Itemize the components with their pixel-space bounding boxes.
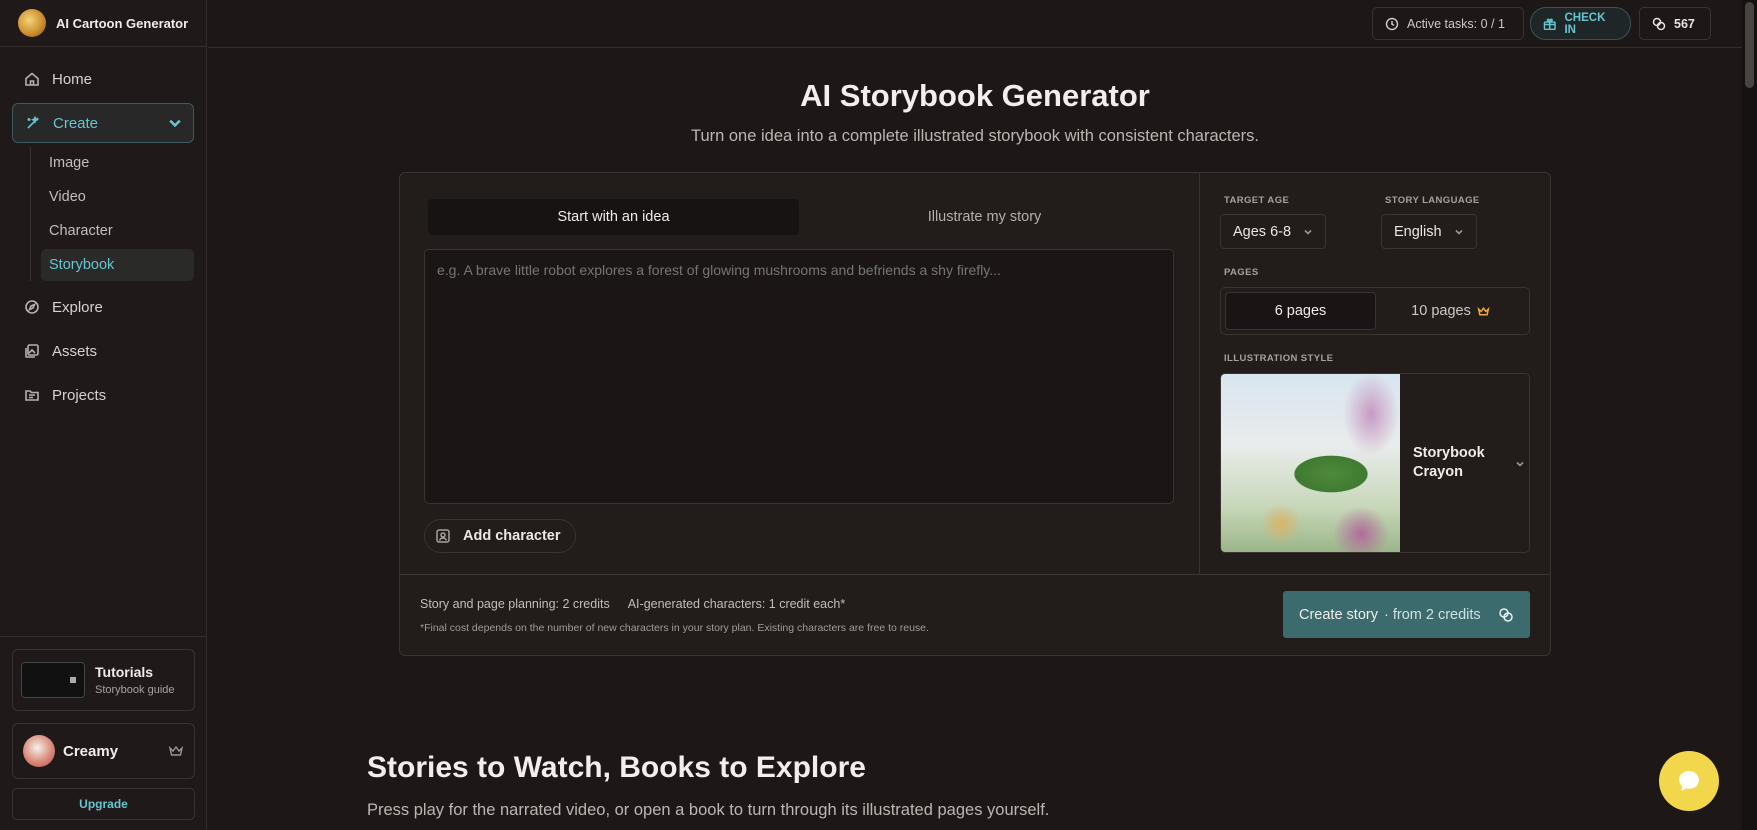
chevron-down-icon <box>169 119 181 128</box>
style-name-line1: Storybook <box>1413 445 1485 461</box>
page-subtitle: Turn one idea into a complete illustrate… <box>690 127 1259 145</box>
upgrade-button[interactable]: Upgrade <box>12 788 195 820</box>
add-person-icon <box>436 529 450 543</box>
crown-icon <box>168 745 184 756</box>
pages-option-6[interactable]: 6 pages <box>1225 292 1376 330</box>
target-age-label: TARGET AGE <box>1224 195 1290 206</box>
target-age-value: Ages 6-8 <box>1233 223 1292 240</box>
add-character-button[interactable]: Add character <box>424 519 576 553</box>
create-story-button[interactable]: Create story · from 2 credits <box>1283 591 1530 638</box>
pages-label: PAGES <box>1224 267 1259 278</box>
mode-tabs: Start with an idea Illustrate my story <box>428 199 1170 235</box>
planning-cost: Story and page planning: 2 credits <box>420 597 610 611</box>
gallery-icon <box>25 344 39 358</box>
style-preview-image <box>1221 374 1400 552</box>
cost-note: *Final cost depends on the number of new… <box>420 622 929 634</box>
idea-panel: Start with an idea Illustrate my story A… <box>400 173 1199 574</box>
character-cost: AI-generated characters: 1 credit each* <box>627 597 846 611</box>
pages-option-10[interactable]: 10 pages <box>1376 292 1525 330</box>
story-idea-input[interactable] <box>424 249 1174 504</box>
folder-icon <box>25 390 39 401</box>
check-in-button[interactable]: CHECK IN <box>1530 7 1631 40</box>
sidebar-item-label: Home <box>52 70 93 88</box>
check-in-label: CHECK IN <box>1564 11 1606 36</box>
tutorials-card[interactable]: Tutorials Storybook guide <box>12 649 195 711</box>
story-language-select[interactable]: English <box>1381 214 1477 249</box>
create-story-cost: · from 2 credits <box>1383 606 1481 623</box>
tutorials-title: Tutorials <box>95 664 154 680</box>
sidebar-item-home[interactable]: Home <box>12 59 194 99</box>
story-language-label: STORY LANGUAGE <box>1385 195 1480 206</box>
subnav-item-storybook[interactable]: Storybook <box>41 249 194 281</box>
top-bar: Active tasks: 0 / 1 CHECK IN 567 <box>208 0 1742 48</box>
tutorial-thumbnail <box>21 662 85 698</box>
credits-balance[interactable]: 567 <box>1639 7 1711 40</box>
storybook-form-card: Start with an idea Illustrate my story A… <box>399 172 1551 656</box>
clock-icon <box>1385 17 1399 30</box>
coins-icon <box>1652 17 1666 30</box>
tutorials-subtitle: Storybook guide <box>95 684 175 696</box>
card-footer: Story and page planning: 2 credits AI-gen… <box>400 574 1550 655</box>
avatar <box>23 735 55 767</box>
style-name: Storybook Crayon <box>1413 444 1503 482</box>
brand-logo <box>18 9 46 37</box>
sidebar-item-create[interactable]: Create <box>12 103 194 143</box>
sidebar-item-label: Create <box>53 114 99 132</box>
cost-summary: Story and page planning: 2 credits AI-gen… <box>420 597 845 611</box>
chevron-down-icon <box>1454 229 1463 235</box>
sidebar-item-label: Explore <box>52 298 103 316</box>
home-icon <box>25 72 39 86</box>
target-age-select[interactable]: Ages 6-8 <box>1220 214 1327 249</box>
create-story-label: Create story <box>1299 606 1378 623</box>
subnav-item-image[interactable]: Image <box>41 147 194 179</box>
tab-illustrate-my-story[interactable]: Illustrate my story <box>799 199 1170 235</box>
illustration-style-select[interactable]: Storybook Crayon <box>1220 373 1530 553</box>
sidebar: AI Cartoon Generator Home Create Image V… <box>0 0 207 830</box>
sidebar-item-label: Projects <box>52 386 107 404</box>
sidebar-item-explore[interactable]: Explore <box>12 287 194 327</box>
brand-name: AI Cartoon Generator <box>56 15 189 31</box>
pages-option-label: 10 pages <box>1411 303 1471 319</box>
user-name: Creamy <box>63 742 119 760</box>
create-subnav: Image Video Character Storybook <box>30 147 194 281</box>
coins-icon <box>1499 607 1513 622</box>
chat-bubble-icon <box>1679 771 1699 791</box>
illustration-style-label: ILLUSTRATION STYLE <box>1224 353 1334 364</box>
active-tasks-indicator[interactable]: Active tasks: 0 / 1 <box>1372 7 1524 40</box>
chevron-down-icon <box>1304 229 1312 235</box>
sidebar-item-label: Assets <box>52 342 98 360</box>
section-subtitle: Press play for the narrated video, or op… <box>367 801 1050 819</box>
sparkle-icon <box>27 115 40 129</box>
story-language-value: English <box>1394 223 1442 240</box>
add-character-label: Add character <box>463 528 561 544</box>
pages-option-label: 6 pages <box>1274 303 1327 319</box>
page-title: AI Storybook Generator <box>800 78 1150 113</box>
style-name-line2: Crayon <box>1413 464 1463 480</box>
sidebar-footer: Tutorials Storybook guide Creamy Upgrade <box>0 636 207 830</box>
subnav-item-character[interactable]: Character <box>41 215 194 247</box>
sidebar-nav: Home Create Image Video Character Storyb… <box>0 47 206 415</box>
credits-value: 567 <box>1674 16 1695 31</box>
settings-panel: TARGET AGE Ages 6-8 STORY LANGUAGE Engli… <box>1199 173 1550 574</box>
subnav-item-video[interactable]: Video <box>41 181 194 213</box>
compass-icon <box>25 300 39 314</box>
active-tasks-text: Active tasks: 0 / 1 <box>1407 16 1505 31</box>
section-title: Stories to Watch, Books to Explore <box>367 751 866 784</box>
gift-icon <box>1543 17 1556 30</box>
chat-support-button[interactable] <box>1659 751 1719 811</box>
scrollbar-thumb[interactable] <box>1745 2 1754 88</box>
sidebar-item-assets[interactable]: Assets <box>12 331 194 371</box>
user-card[interactable]: Creamy <box>12 723 195 779</box>
crown-icon <box>1477 306 1490 315</box>
tab-start-with-idea[interactable]: Start with an idea <box>428 199 799 235</box>
pages-selector: 6 pages 10 pages <box>1220 287 1530 335</box>
chevron-down-icon <box>1516 461 1524 467</box>
brand[interactable]: AI Cartoon Generator <box>0 0 206 47</box>
page-scrollbar[interactable] <box>1742 0 1757 830</box>
sidebar-item-projects[interactable]: Projects <box>12 375 194 415</box>
